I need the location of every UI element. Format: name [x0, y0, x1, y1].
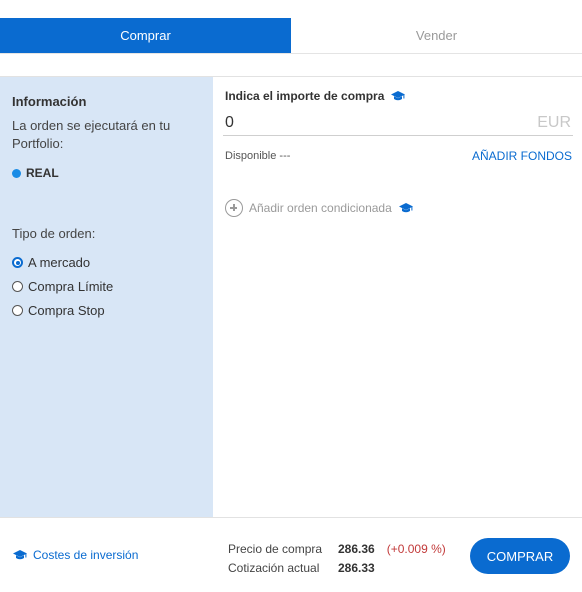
graduation-cap-icon[interactable]	[390, 90, 406, 102]
order-type-market-label: A mercado	[28, 255, 91, 270]
order-type-market[interactable]: A mercado	[12, 255, 90, 270]
sidebar-description: La orden se ejecutará en tu Portfolio:	[12, 118, 171, 151]
plus-circle-icon[interactable]	[225, 199, 243, 217]
radio-selected-icon[interactable]	[12, 257, 23, 268]
current-quote-label: Cotización actual	[228, 561, 320, 575]
radio-icon[interactable]	[12, 281, 23, 292]
amount-heading: Indica el importe de compra	[225, 89, 406, 103]
sidebar-title: Información	[12, 94, 87, 109]
price-summary: Precio de compra 286.36 (+0.009 %) Cotiz…	[228, 540, 446, 578]
order-type-limit[interactable]: Compra Límite	[12, 279, 113, 294]
purchase-price-label: Precio de compra	[228, 542, 323, 556]
investment-costs-link[interactable]: Costes de inversión	[12, 548, 138, 562]
add-conditional-order[interactable]: Añadir orden condicionada	[225, 199, 414, 217]
status-dot-icon	[12, 168, 21, 178]
order-type-stop[interactable]: Compra Stop	[12, 303, 105, 318]
purchase-price-change: (+0.009 %)	[386, 542, 446, 556]
current-quote-value: 286.33	[338, 561, 375, 575]
current-quote-row: Cotización actual 286.33	[228, 559, 446, 578]
tab-sell[interactable]: Vender	[291, 18, 582, 53]
add-funds-link[interactable]: AÑADIR FONDOS	[472, 149, 572, 163]
radio-icon[interactable]	[12, 305, 23, 316]
amount-label: Indica el importe de compra	[225, 89, 385, 103]
info-sidebar: Información La orden se ejecutará en tu …	[0, 77, 213, 517]
conditional-order-label[interactable]: Añadir orden condicionada	[249, 201, 392, 215]
order-form: Indica el importe de compra 0 EUR Dispon…	[213, 77, 582, 517]
graduation-cap-icon[interactable]	[398, 202, 414, 214]
order-type-limit-label: Compra Límite	[28, 279, 114, 294]
purchase-price-row: Precio de compra 286.36 (+0.009 %)	[228, 540, 446, 559]
portfolio-label: REAL	[26, 166, 59, 180]
currency-label: EUR	[537, 114, 571, 131]
available-funds: Disponible ---	[225, 150, 291, 162]
amount-value[interactable]: 0	[223, 114, 234, 132]
order-type-label: Tipo de orden:	[12, 226, 96, 241]
portfolio-indicator: REAL	[12, 166, 59, 180]
order-type-stop-label: Compra Stop	[28, 303, 105, 318]
tab-buy[interactable]: Comprar	[0, 18, 291, 53]
order-footer: Costes de inversión Precio de compra 286…	[0, 518, 582, 592]
graduation-cap-icon[interactable]	[12, 549, 28, 561]
investment-costs-label[interactable]: Costes de inversión	[33, 548, 138, 562]
amount-input[interactable]: 0 EUR	[223, 111, 573, 136]
buy-button[interactable]: COMPRAR	[470, 538, 570, 574]
order-side-tabs: Comprar Vender	[0, 18, 582, 54]
purchase-price-value: 286.36	[338, 542, 375, 556]
